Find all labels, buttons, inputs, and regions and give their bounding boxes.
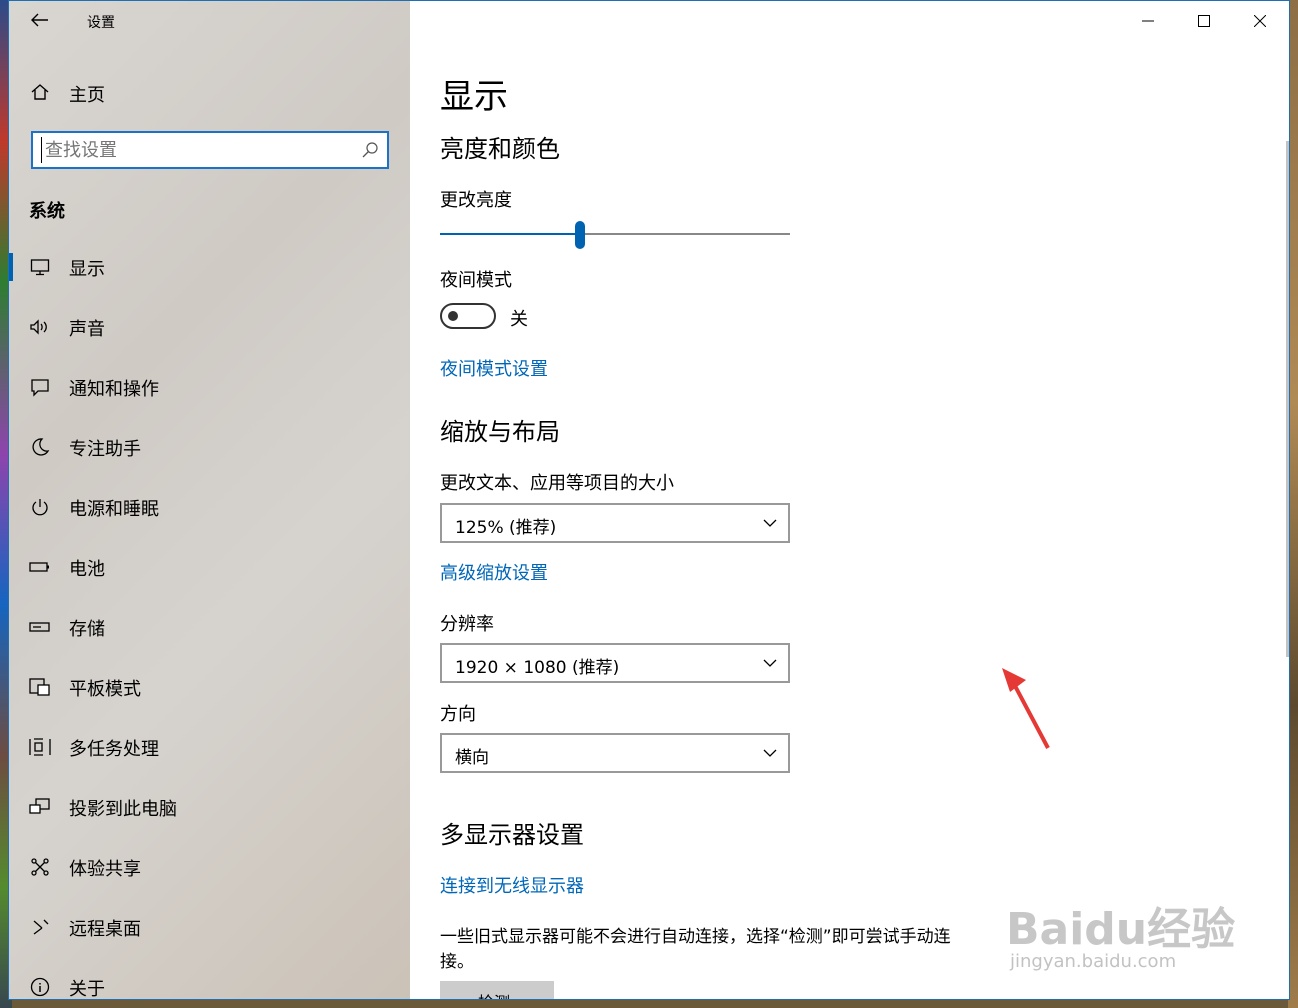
scale-layout-heading: 缩放与布局 — [440, 418, 560, 446]
watermark-url: jingyan.baidu.com — [1010, 951, 1177, 972]
night-mode-settings-link[interactable]: 夜间模式设置 — [440, 355, 548, 381]
annotation-arrow-icon — [1002, 668, 1050, 749]
sidebar-item-label: 投影到此电脑 — [69, 799, 177, 820]
search-input[interactable] — [41, 137, 341, 163]
maximize-button[interactable] — [1184, 7, 1224, 35]
share-icon — [29, 856, 51, 878]
dropdown-value: 125% (推荐) — [455, 518, 557, 538]
section-heading: 系统 — [29, 201, 65, 222]
close-icon — [1254, 15, 1266, 27]
night-mode-label: 夜间模式 — [440, 270, 512, 291]
maximize-icon — [1198, 15, 1210, 27]
back-arrow-icon — [31, 13, 48, 27]
sidebar-item-focus-assist[interactable]: 专注助手 — [9, 417, 410, 477]
detect-button-label: 检测 — [478, 989, 510, 999]
notification-icon — [29, 376, 51, 398]
sidebar-item-multitasking[interactable]: 多任务处理 — [9, 717, 410, 777]
storage-icon — [29, 616, 51, 638]
detect-button[interactable]: 检测 — [440, 981, 554, 999]
text-size-label: 更改文本、应用等项目的大小 — [440, 473, 674, 494]
sidebar-item-label: 平板模式 — [69, 679, 141, 700]
sidebar-item-label: 多任务处理 — [69, 739, 159, 760]
orientation-label: 方向 — [440, 704, 476, 725]
slider-thumb[interactable] — [575, 221, 585, 249]
sidebar-item-label: 主页 — [69, 85, 105, 106]
sidebar-item-label: 电源和睡眠 — [69, 499, 159, 520]
advanced-scaling-link[interactable]: 高级缩放设置 — [440, 559, 548, 585]
multi-display-description: 一些旧式显示器可能不会进行自动连接，选择“检测”即可尝试手动连 — [440, 927, 951, 947]
monitor-icon — [29, 256, 51, 278]
sidebar-item-label: 存储 — [69, 619, 105, 640]
power-icon — [29, 496, 51, 518]
battery-icon — [29, 556, 51, 578]
project-icon — [29, 796, 51, 818]
brightness-label: 更改亮度 — [440, 190, 512, 211]
sidebar-item-tablet-mode[interactable]: 平板模式 — [9, 657, 410, 717]
sidebar-item-about[interactable]: 关于 — [9, 957, 410, 1000]
watermark-text: Baidu经验 — [1006, 904, 1236, 955]
brightness-slider[interactable] — [440, 221, 790, 249]
resolution-label: 分辨率 — [440, 614, 494, 635]
sidebar-item-sound[interactable]: 声音 — [9, 297, 410, 357]
nav-list: 显示 声音 通知和操作 专注助手 电源和睡眠 电池 存储 平板模式 多任务处理 … — [9, 237, 410, 1000]
multi-display-description-end: 接。 — [440, 952, 474, 972]
scrollbar[interactable] — [1286, 141, 1289, 657]
sidebar-item-home[interactable]: 主页 — [9, 71, 410, 113]
dropdown-value: 1920 × 1080 (推荐) — [455, 658, 620, 678]
sidebar-item-remote-desktop[interactable]: 远程桌面 — [9, 897, 410, 957]
sidebar-item-label: 显示 — [69, 259, 105, 280]
sidebar-item-shared-experiences[interactable]: 体验共享 — [9, 837, 410, 897]
multitask-icon — [29, 736, 51, 758]
toggle-knob — [448, 311, 458, 321]
resolution-dropdown[interactable]: 1920 × 1080 (推荐) — [440, 643, 790, 683]
sidebar-item-label: 电池 — [69, 559, 105, 580]
chevron-down-icon — [763, 659, 777, 667]
sidebar-item-project-to-pc[interactable]: 投影到此电脑 — [9, 777, 410, 837]
search-box[interactable] — [31, 131, 389, 169]
minimize-button[interactable] — [1128, 7, 1168, 35]
orientation-dropdown[interactable]: 横向 — [440, 733, 790, 773]
app-title: 设置 — [87, 15, 115, 31]
sidebar-item-power-sleep[interactable]: 电源和睡眠 — [9, 477, 410, 537]
brightness-heading: 亮度和颜色 — [440, 135, 560, 163]
sidebar-item-notifications[interactable]: 通知和操作 — [9, 357, 410, 417]
sidebar-item-display[interactable]: 显示 — [9, 237, 410, 297]
sidebar-item-label: 体验共享 — [69, 859, 141, 880]
night-mode-toggle[interactable] — [440, 303, 496, 329]
sidebar-item-label: 关于 — [69, 979, 105, 1000]
sidebar-item-label: 远程桌面 — [69, 919, 141, 940]
sidebar: 设置 主页 系统 显示 — [9, 1, 410, 1000]
search-icon[interactable] — [361, 141, 379, 159]
info-icon — [29, 976, 51, 998]
sidebar-item-storage[interactable]: 存储 — [9, 597, 410, 657]
remote-icon — [29, 916, 51, 938]
sidebar-item-label: 专注助手 — [69, 439, 141, 460]
moon-icon — [29, 436, 51, 458]
toggle-state-label: 关 — [510, 309, 528, 330]
settings-window: 设置 主页 系统 显示 — [8, 0, 1290, 1000]
back-button[interactable] — [27, 7, 53, 33]
dropdown-value: 横向 — [455, 748, 489, 768]
slider-fill — [440, 233, 580, 235]
home-icon — [29, 81, 51, 103]
sidebar-item-label: 声音 — [69, 319, 105, 340]
page-title: 显示 — [440, 77, 508, 117]
minimize-icon — [1142, 20, 1154, 22]
sidebar-item-label: 通知和操作 — [69, 379, 159, 400]
chevron-down-icon — [763, 749, 777, 757]
speaker-icon — [29, 316, 51, 338]
wireless-display-link[interactable]: 连接到无线显示器 — [440, 872, 584, 898]
scale-dropdown[interactable]: 125% (推荐) — [440, 503, 790, 543]
sidebar-item-battery[interactable]: 电池 — [9, 537, 410, 597]
multi-display-heading: 多显示器设置 — [440, 821, 584, 849]
close-button[interactable] — [1240, 7, 1280, 35]
chevron-down-icon — [763, 519, 777, 527]
tablet-icon — [29, 676, 51, 698]
main-content: 显示 亮度和颜色 更改亮度 夜间模式 关 夜间模式设置 缩放与布局 更改文本、应… — [410, 1, 1289, 999]
